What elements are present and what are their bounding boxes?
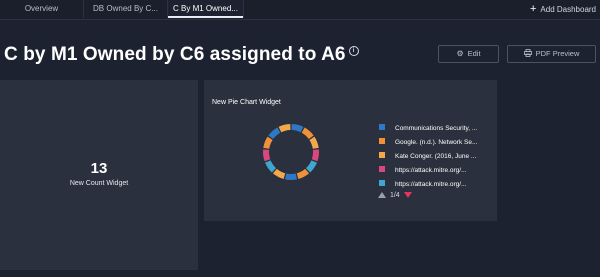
tab-db-owned[interactable]: DB Owned By C... <box>84 0 168 18</box>
legend-item[interactable]: https://attack.mitre.org/... <box>379 166 467 175</box>
donut-segment[interactable] <box>263 149 271 162</box>
donut-segment[interactable] <box>263 136 273 149</box>
gear-icon: ⚙ <box>456 49 464 58</box>
donut-segment[interactable] <box>272 168 286 180</box>
donut-segment[interactable] <box>296 168 310 180</box>
legend-page-indicator: 1/4 <box>389 192 400 199</box>
edit-button[interactable]: ⚙ Edit <box>438 45 499 63</box>
previous-page-icon[interactable] <box>378 192 386 199</box>
legend-label: https://attack.mitre.org/... <box>395 167 467 174</box>
legend-label: Communications Security, ... <box>395 125 478 132</box>
tab-overview[interactable]: Overview <box>0 0 84 18</box>
donut-segment[interactable] <box>265 160 277 173</box>
donut-segment[interactable] <box>291 124 304 133</box>
add-dashboard-label: Add Dashboard <box>540 5 596 14</box>
donut-segments <box>263 124 319 180</box>
page-title: C by M1 Owned by C6 assigned to A6 i <box>4 44 359 66</box>
legend-pager: 1/4 <box>378 192 412 199</box>
plus-icon: + <box>529 3 537 15</box>
legend-label: Google. (n.d.). Network Se... <box>395 139 478 146</box>
donut-chart[interactable] <box>261 122 321 182</box>
next-page-icon[interactable] <box>403 192 412 199</box>
donut-segment[interactable] <box>311 149 319 162</box>
info-icon[interactable]: i <box>348 45 359 56</box>
legend-item[interactable]: Kate Conger. (2016, June ... <box>379 152 476 161</box>
legend-swatch <box>379 124 385 131</box>
donut-segment[interactable] <box>305 160 317 173</box>
donut-segment[interactable] <box>284 173 298 180</box>
legend-label: Kate Conger. (2016, June ... <box>395 153 477 160</box>
pdf-preview-button[interactable]: PDF Preview <box>507 45 596 63</box>
count-label: New Count Widget <box>69 180 129 187</box>
donut-segment[interactable] <box>278 124 291 133</box>
legend-label: https://attack.mitre.org/... <box>395 181 467 188</box>
legend-item[interactable]: https://attack.mitre.org/... <box>379 180 467 189</box>
legend-swatch <box>379 180 385 187</box>
edit-button-label: Edit <box>467 49 481 58</box>
legend-swatch <box>379 138 385 145</box>
donut-segment[interactable] <box>268 127 281 140</box>
printer-icon <box>523 46 532 62</box>
donut-segment[interactable] <box>309 136 319 149</box>
page-title-text: C by M1 Owned by C6 assigned to A6 <box>4 44 346 65</box>
pdf-preview-label: PDF Preview <box>535 49 580 58</box>
add-dashboard-button[interactable]: + Add Dashboard <box>530 0 596 18</box>
pie-widget-title: New Pie Chart Widget <box>212 99 281 106</box>
count-value: 13 <box>90 160 108 177</box>
legend-swatch <box>379 166 385 173</box>
legend-swatch <box>379 152 385 159</box>
legend-item[interactable]: Communications Security, ... <box>379 124 477 133</box>
donut-segment[interactable] <box>301 127 314 140</box>
tab-bar: Overview DB Owned By C... C By M1 Owned.… <box>0 0 600 20</box>
tab-c-by-m1-owned[interactable]: C By M1 Owned... <box>168 0 244 18</box>
legend-item[interactable]: Google. (n.d.). Network Se... <box>379 138 477 147</box>
